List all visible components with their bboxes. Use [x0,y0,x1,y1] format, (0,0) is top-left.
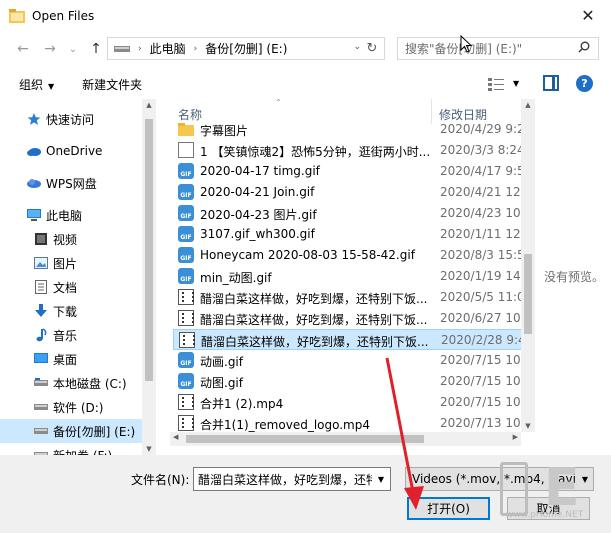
annotation-arrow [385,357,424,510]
mouse-cursor-icon [460,35,472,53]
